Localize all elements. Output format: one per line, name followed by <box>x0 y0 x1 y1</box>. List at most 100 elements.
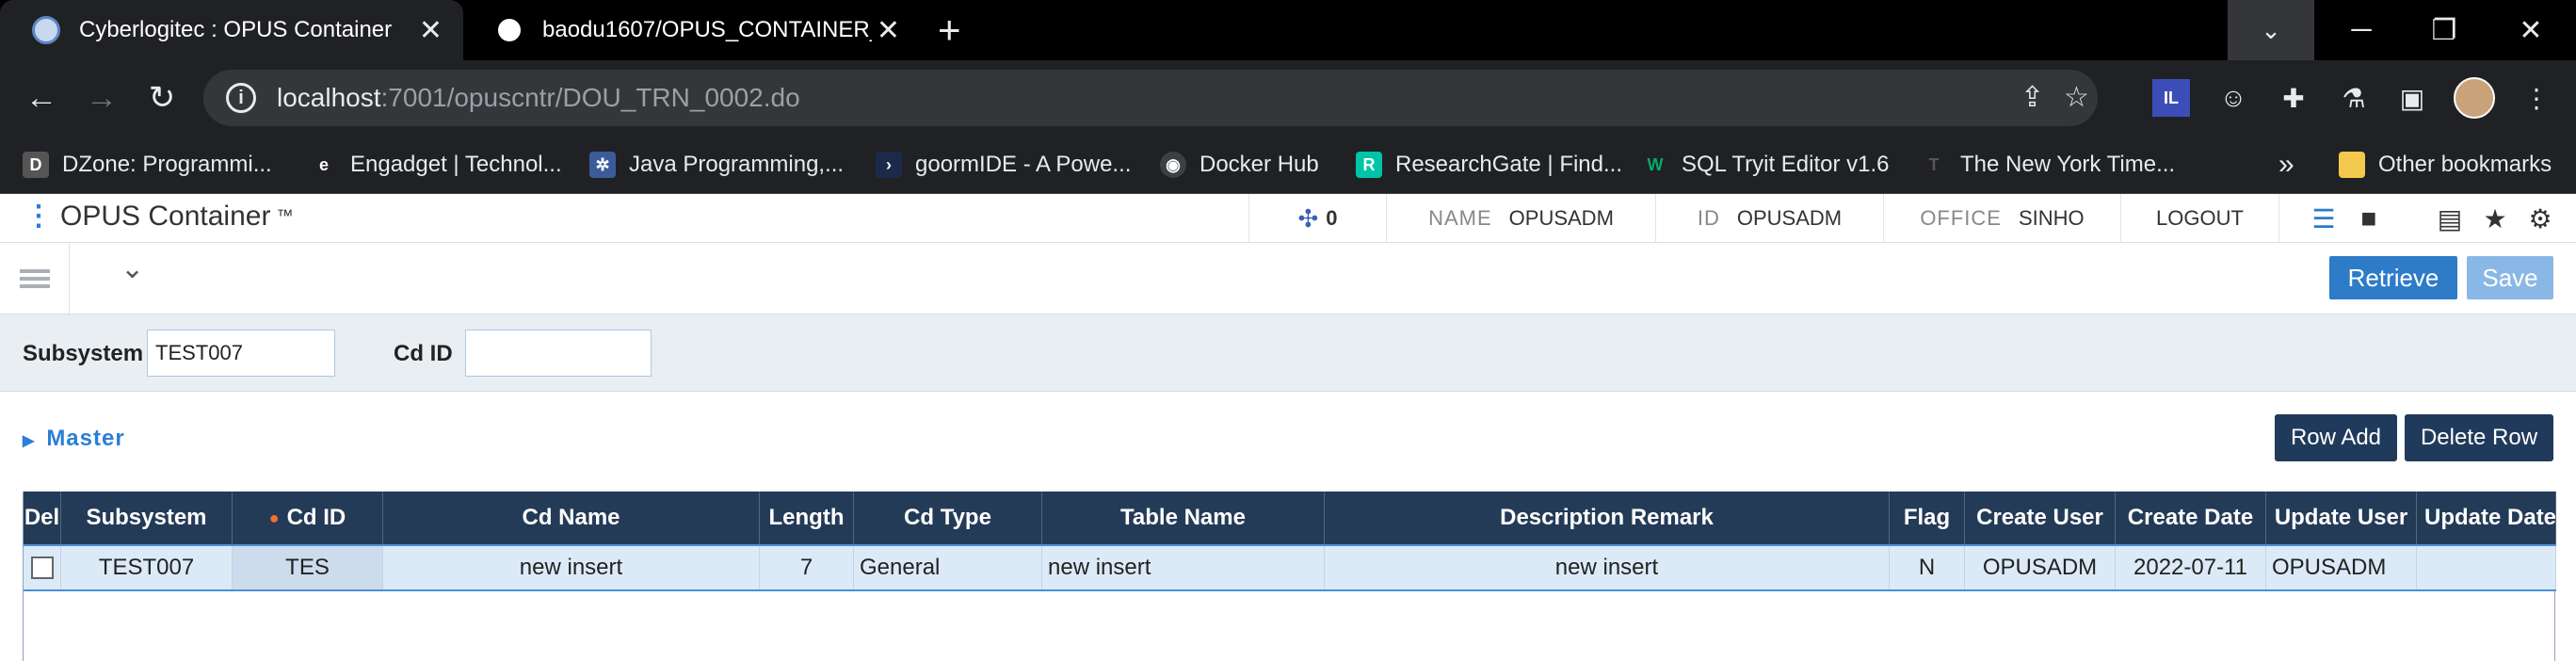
url-text[interactable]: localhost:7001/opuscntr/DOU_TRN_0002.do <box>277 83 800 113</box>
cell-cd-id[interactable]: TES <box>233 546 383 589</box>
save-button[interactable]: Save <box>2467 256 2553 299</box>
close-icon[interactable]: ✕ <box>877 14 900 47</box>
bookmark-researchgate[interactable]: R ResearchGate | Find... <box>1356 136 1622 194</box>
logout-link[interactable]: LOGOUT <box>2120 194 2278 243</box>
favorite-star-icon[interactable]: ★ <box>2480 203 2510 234</box>
subsystem-label: Subsystem <box>23 341 144 366</box>
cell-description-remark[interactable]: new insert <box>1325 546 1890 589</box>
col-header-subsystem[interactable]: Subsystem <box>61 492 233 544</box>
col-header-flag[interactable]: Flag <box>1890 492 1965 544</box>
delete-row-button[interactable]: Delete Row <box>2405 414 2553 461</box>
extension-user-icon[interactable]: ☺ <box>2214 79 2252 117</box>
tab-title: Cyberlogitec : OPUS Container <box>79 17 393 42</box>
cell-cd-name[interactable]: new insert <box>383 546 760 589</box>
reload-icon[interactable]: ↻ <box>137 73 186 122</box>
document-icon[interactable]: ▤ <box>2435 203 2465 234</box>
user-id: ID OPUSADM <box>1655 194 1883 243</box>
col-header-create-date[interactable]: Create Date <box>2116 492 2266 544</box>
side-panel-icon[interactable]: ▣ <box>2393 79 2431 117</box>
docker-icon: ◉ <box>1160 152 1186 178</box>
new-tab-icon[interactable]: + <box>938 9 961 51</box>
labs-flask-icon[interactable]: ⚗ <box>2335 79 2373 117</box>
col-header-cd-id[interactable]: ● Cd ID <box>233 492 383 544</box>
col-header-create-user[interactable]: Create User <box>1965 492 2116 544</box>
master-section-title[interactable]: ▶ Master <box>23 426 125 452</box>
retrieve-button[interactable]: Retrieve <box>2329 256 2457 299</box>
subsystem-input[interactable] <box>147 330 335 377</box>
engadget-icon: e <box>311 152 337 178</box>
notification-area[interactable]: ✣ 0 <box>1248 194 1386 243</box>
user-name: NAME OPUSADM <box>1386 194 1655 243</box>
cell-create-user[interactable]: OPUSADM <box>1965 546 2116 589</box>
col-header-del[interactable]: Del <box>24 492 61 544</box>
col-header-update-date[interactable]: Update Date <box>2417 492 2556 544</box>
cell-table-name[interactable]: new insert <box>1042 546 1325 589</box>
github-icon <box>495 16 523 44</box>
extension-intellij-icon[interactable]: IL <box>2152 79 2190 117</box>
cell-cd-type[interactable]: General <box>854 546 1042 589</box>
action-bar: ⌄ Retrieve Save <box>0 243 2576 314</box>
nyt-icon: T <box>1921 152 1947 178</box>
cell-update-user[interactable]: OPUSADM <box>2266 546 2417 589</box>
bookmark-docker[interactable]: ◉ Docker Hub <box>1160 136 1319 194</box>
col-header-table-name[interactable]: Table Name <box>1042 492 1325 544</box>
extensions-puzzle-icon[interactable]: ✚ <box>2275 79 2312 117</box>
bookmark-engadget[interactable]: e Engadget | Technol... <box>311 136 562 194</box>
col-header-update-user[interactable]: Update User <box>2266 492 2417 544</box>
app-header: ⋮ OPUS Container ™ ✣ 0 NAME OPUSADM ID OPUS… <box>0 194 2576 243</box>
cell-length[interactable]: 7 <box>760 546 854 589</box>
window-close-icon[interactable]: ✕ <box>2489 0 2572 60</box>
cell-subsystem[interactable]: TEST007 <box>61 546 233 589</box>
close-icon[interactable]: ✕ <box>419 14 443 47</box>
bookmark-goorm[interactable]: › goormIDE - A Powe... <box>876 136 1131 194</box>
dzone-icon: D <box>23 152 49 178</box>
cell-update-date[interactable] <box>2417 546 2556 589</box>
col-header-cd-type[interactable]: Cd Type <box>854 492 1042 544</box>
bookmarks-overflow-icon[interactable]: » <box>2278 136 2294 194</box>
search-conditions: Subsystem Cd ID <box>0 314 2576 392</box>
browser-toolbar: ← → ↻ i localhost:7001/opuscntr/DOU_TRN_… <box>0 60 2576 136</box>
col-header-cd-name[interactable]: Cd Name <box>383 492 760 544</box>
app-logo: ⋮ OPUS Container ™ <box>24 200 294 233</box>
row-add-button[interactable]: Row Add <box>2275 414 2397 461</box>
table-row[interactable]: TEST007 TES new insert 7 General new ins… <box>24 544 2556 591</box>
share-icon[interactable]: ⇪ <box>2021 81 2044 114</box>
bookmark-star-icon[interactable]: ☆ <box>2064 81 2089 114</box>
bookmark-java[interactable]: ✲ Java Programming,... <box>589 136 844 194</box>
other-bookmarks[interactable]: Other bookmarks <box>2339 136 2552 194</box>
cell-del[interactable] <box>24 546 61 589</box>
goorm-icon: › <box>876 152 902 178</box>
back-icon[interactable]: ← <box>17 73 66 122</box>
bookmark-nyt[interactable]: T The New York Time... <box>1921 136 2175 194</box>
notification-count: 0 <box>1326 206 1338 230</box>
cell-flag[interactable]: N <box>1890 546 1965 589</box>
profile-avatar[interactable] <box>2454 77 2495 119</box>
bookmark-dzone[interactable]: D DZone: Programmi... <box>23 136 272 194</box>
w3schools-icon: W <box>1642 152 1668 178</box>
required-dot-icon: ● <box>268 508 280 527</box>
forward-icon[interactable]: → <box>77 73 126 122</box>
network-icon: ✣ <box>1297 203 1319 233</box>
bookmark-sql-tryit[interactable]: W SQL Tryit Editor v1.6 <box>1642 136 1890 194</box>
cd-id-input[interactable] <box>465 330 652 377</box>
layout-split-icon[interactable]: ☰ <box>2309 203 2339 234</box>
delete-checkbox[interactable] <box>30 556 54 579</box>
researchgate-icon: R <box>1356 152 1382 178</box>
master-grid: Del Subsystem ● Cd ID Cd Name Length Cd T… <box>23 492 2556 661</box>
cell-create-date[interactable]: 2022-07-11 <box>2116 546 2266 589</box>
tab-github[interactable]: baodu1607/OPUS_CONTAINER_4 ✕ <box>463 0 921 60</box>
chevron-down-icon[interactable]: ⌄ <box>121 252 144 285</box>
restore-icon[interactable]: ❐ <box>2403 0 2486 60</box>
tab-opus-container[interactable]: Cyberlogitec : OPUS Container ✕ <box>0 0 463 60</box>
opus-favicon-icon <box>32 16 60 44</box>
tab-search-icon[interactable]: ⌄ <box>2228 0 2314 60</box>
menu-kebab-icon[interactable]: ⋮ <box>2518 79 2555 117</box>
address-bar[interactable]: i localhost:7001/opuscntr/DOU_TRN_0002.d… <box>203 70 2098 126</box>
col-header-length[interactable]: Length <box>760 492 854 544</box>
hamburger-menu-icon[interactable] <box>0 243 70 314</box>
minimize-icon[interactable]: ─ <box>2320 0 2403 60</box>
layout-single-icon[interactable]: ■ <box>2354 203 2384 234</box>
settings-gear-icon[interactable]: ⚙ <box>2525 203 2555 234</box>
site-info-icon[interactable]: i <box>226 83 256 113</box>
col-header-description-remark[interactable]: Description Remark <box>1325 492 1890 544</box>
